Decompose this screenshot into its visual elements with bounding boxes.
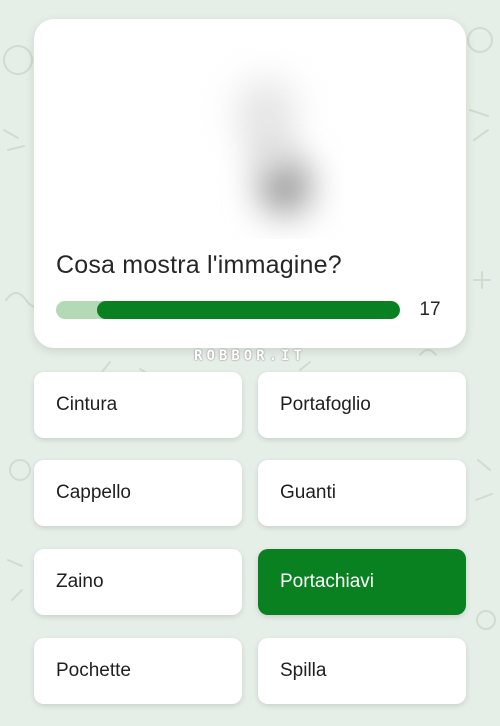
answer-button-guanti[interactable]: Guanti xyxy=(258,460,466,526)
timer-progress-fill xyxy=(97,301,400,319)
watermark: ROBBOR.IT xyxy=(194,348,306,364)
question-card: Cosa mostra l'immagine? 17 xyxy=(34,19,466,348)
answer-button-cappello[interactable]: Cappello xyxy=(34,460,242,526)
answer-button-portachiavi[interactable]: Portachiavi xyxy=(258,549,466,615)
answer-button-portafoglio[interactable]: Portafoglio xyxy=(258,372,466,438)
question-text: Cosa mostra l'immagine? xyxy=(56,251,342,279)
answer-button-spilla[interactable]: Spilla xyxy=(258,638,466,704)
answer-button-cintura[interactable]: Cintura xyxy=(34,372,242,438)
timer-count: 17 xyxy=(419,299,441,320)
question-image xyxy=(184,49,344,239)
answer-button-pochette[interactable]: Pochette xyxy=(34,638,242,704)
timer-progress-bar xyxy=(56,301,400,319)
answer-button-zaino[interactable]: Zaino xyxy=(34,549,242,615)
